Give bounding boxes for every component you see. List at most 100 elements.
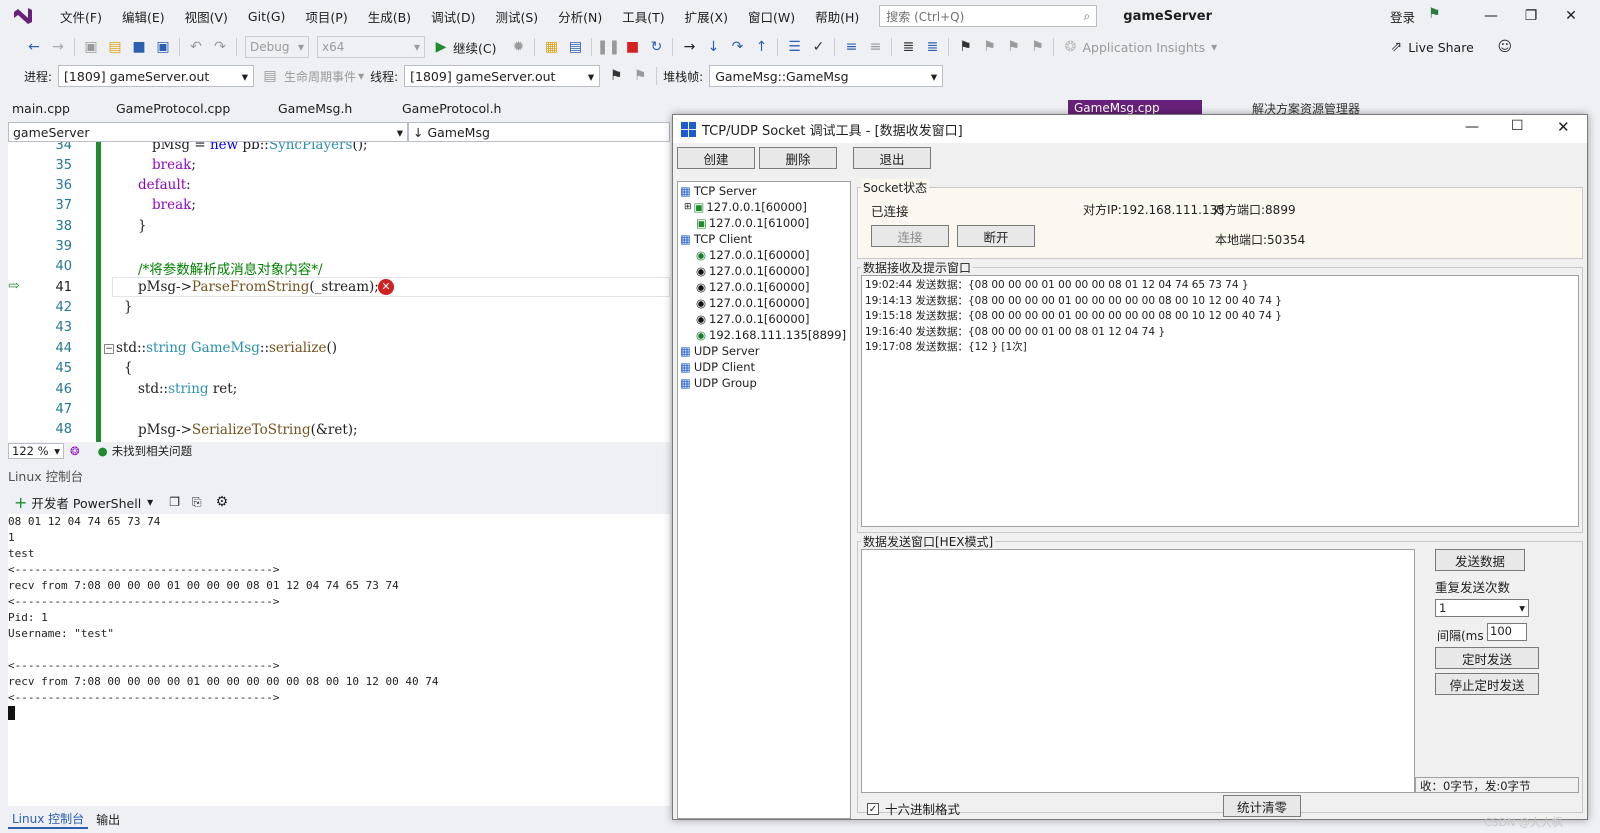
tree-item-server[interactable]: ▣ 127.0.0.1[61000] (696, 216, 809, 230)
stop-timed-send-button[interactable]: 停止定时发送 (1435, 673, 1539, 695)
spell-check-icon[interactable]: ✓ (809, 38, 827, 56)
collapse-icon[interactable]: − (104, 344, 114, 354)
dialog-maximize-button[interactable]: ☐ (1511, 118, 1524, 134)
tab-output[interactable]: 输出 (88, 811, 128, 828)
save-all-icon[interactable]: ▣ (154, 38, 172, 56)
step-into-icon[interactable]: ↓ (704, 38, 722, 56)
dialog-close-button[interactable]: ✕ (1557, 118, 1570, 136)
disconnect-button[interactable]: 断开 (957, 225, 1035, 247)
repeat-count-select[interactable]: 1 ▾ (1435, 599, 1529, 617)
scope-select[interactable]: gameServer ▾ (8, 122, 408, 142)
connect-button[interactable]: 连接 (871, 225, 949, 247)
forward-icon[interactable]: → (49, 38, 67, 56)
create-button[interactable]: 创建 (677, 147, 755, 169)
prev-bookmark-icon[interactable]: ⚑ (980, 38, 998, 56)
intellicode-icon[interactable]: ❂ (70, 444, 80, 458)
menu-edit[interactable]: 编辑(E) (112, 7, 175, 26)
error-icon[interactable]: ✕ (378, 279, 394, 295)
code-editor[interactable]: ⇨ 34 35 36 37 38 39 40 41 42 43 44 45 46… (8, 142, 670, 442)
hex-display-icon[interactable]: ☰ (785, 38, 803, 56)
zoom-select[interactable]: 122 % ▾ (8, 443, 64, 459)
tree-node-tcp-server[interactable]: ▦ TCP Server (680, 184, 757, 198)
menu-build[interactable]: 生成(B) (358, 7, 421, 26)
tree-node-udp-server[interactable]: ▦ UDP Server (680, 344, 759, 358)
tab-gameprotocol-cpp[interactable]: GameProtocol.cpp (104, 98, 266, 120)
menu-help[interactable]: 帮助(H) (805, 7, 869, 26)
tab-gameprotocol-h[interactable]: GameProtocol.h (390, 98, 540, 120)
exit-button[interactable]: 退出 (853, 147, 931, 169)
stop-debugging-icon[interactable]: ■ (623, 38, 641, 56)
step-over-icon[interactable]: ↷ (728, 38, 746, 56)
tree-node-udp-group[interactable]: ▦ UDP Group (680, 376, 757, 390)
menu-view[interactable]: 视图(V) (175, 7, 238, 26)
tree-node-udp-client[interactable]: ▦ UDP Client (680, 360, 755, 374)
process-select[interactable]: [1809] gameServer.out ▾ (58, 65, 255, 87)
live-share-icon[interactable]: ⇗ (1387, 38, 1405, 56)
open-folder-icon[interactable]: ▤ (106, 38, 124, 56)
clear-bookmarks-icon[interactable]: ⚑ (1028, 38, 1046, 56)
window-layout-icon[interactable]: ▤ (566, 38, 584, 56)
break-all-icon[interactable]: ❚❚ (597, 38, 620, 56)
redo-icon[interactable]: ↷ (211, 38, 229, 56)
tree-item-client-selected[interactable]: ◉ 192.168.111.135[8899] (696, 328, 846, 342)
configuration-select[interactable]: Debug ▾ (245, 36, 309, 58)
restore-button[interactable]: ❐ (1516, 5, 1546, 27)
restart-icon[interactable]: ↻ (647, 38, 665, 56)
send-data-button[interactable]: 发送数据 (1435, 549, 1525, 571)
tree-item-server[interactable]: ⊞ ▣ 127.0.0.1[60000] (684, 200, 807, 214)
visual-studio-logo-icon[interactable] (10, 5, 36, 27)
new-project-icon[interactable]: ▣ (82, 38, 100, 56)
console-output[interactable]: 08 01 12 04 74 65 73 74 1 test <-----------… (8, 514, 670, 806)
tab-gamemsg-h[interactable]: GameMsg.h (266, 98, 390, 120)
feedback-icon[interactable]: ☺ (1496, 38, 1514, 56)
reset-stats-button[interactable]: 统计清零 (1223, 795, 1301, 817)
login-link[interactable]: 登录 (1390, 7, 1415, 26)
search-input[interactable]: 搜索 (Ctrl+Q) ⌕ (879, 5, 1098, 27)
continue-button[interactable]: 继续(C) (453, 38, 496, 57)
insights-icon[interactable]: ❂ (1061, 38, 1079, 56)
menu-debug[interactable]: 调试(D) (421, 7, 485, 26)
save-icon[interactable]: ■ (130, 38, 148, 56)
paste-icon[interactable]: ⎘ (192, 495, 202, 510)
step-out-icon[interactable]: ↑ (752, 38, 770, 56)
tree-item-client[interactable]: ◉ 127.0.0.1[60000] (696, 296, 809, 310)
delete-button[interactable]: 删除 (759, 147, 837, 169)
solution-explorer-icon[interactable]: ▦ (542, 38, 560, 56)
receive-log[interactable]: 19:02:44 发送数据：{08 00 00 00 01 00 00 00 0… (861, 275, 1579, 527)
show-flagged-threads-icon[interactable]: ⚑ (631, 67, 649, 85)
menu-window[interactable]: 窗口(W) (738, 7, 805, 26)
member-select[interactable]: ↓ GameMsg (408, 122, 670, 142)
stack-frame-select[interactable]: GameMsg::GameMsg ▾ (709, 65, 944, 87)
tab-linux-console[interactable]: Linux 控制台 (8, 810, 89, 829)
dialog-minimize-button[interactable]: — (1465, 119, 1479, 135)
comment-icon[interactable]: ≡ (842, 38, 860, 56)
uncomment-icon[interactable]: ≡ (866, 38, 884, 56)
tree-item-client[interactable]: ◉ 127.0.0.1[60000] (696, 264, 809, 278)
lifecycle-events-button[interactable]: 生命周期事件 (284, 68, 356, 85)
shell-select[interactable]: 开发者 PowerShell (31, 493, 141, 512)
bookmark-icon[interactable]: ⚑ (956, 38, 974, 56)
tree-item-client[interactable]: ◉ 127.0.0.1[60000] (696, 312, 809, 326)
tab-main-cpp[interactable]: main.cpp (0, 98, 104, 120)
thread-select[interactable]: [1809] gameServer.out ▾ (404, 65, 601, 87)
interval-input[interactable]: 100 (1487, 623, 1527, 641)
platform-select[interactable]: x64 ▾ (317, 36, 425, 58)
tree-node-tcp-client[interactable]: ▦ TCP Client (680, 232, 752, 246)
lifecycle-icon[interactable]: ▤ (261, 67, 279, 85)
menu-file[interactable]: 文件(F) (50, 7, 112, 26)
account-icon[interactable]: ⚑ (1428, 6, 1441, 22)
outdent-icon[interactable]: ≣ (923, 38, 941, 56)
tree-item-client[interactable]: ◉ 127.0.0.1[60000] (696, 248, 809, 262)
minimize-button[interactable]: — (1476, 5, 1506, 27)
live-share-button[interactable]: Live Share (1408, 40, 1474, 55)
tree-item-client[interactable]: ◉ 127.0.0.1[60000] (696, 280, 809, 294)
flag-thread-icon[interactable]: ⚑ (607, 67, 625, 85)
close-button[interactable]: ✕ (1556, 5, 1586, 27)
next-bookmark-icon[interactable]: ⚑ (1004, 38, 1022, 56)
settings-gear-icon[interactable]: ⚙ (216, 494, 229, 510)
send-input[interactable] (861, 549, 1415, 793)
undo-icon[interactable]: ↶ (187, 38, 205, 56)
back-icon[interactable]: ← (25, 38, 43, 56)
menu-test[interactable]: 测试(S) (485, 7, 548, 26)
indent-icon[interactable]: ≣ (899, 38, 917, 56)
